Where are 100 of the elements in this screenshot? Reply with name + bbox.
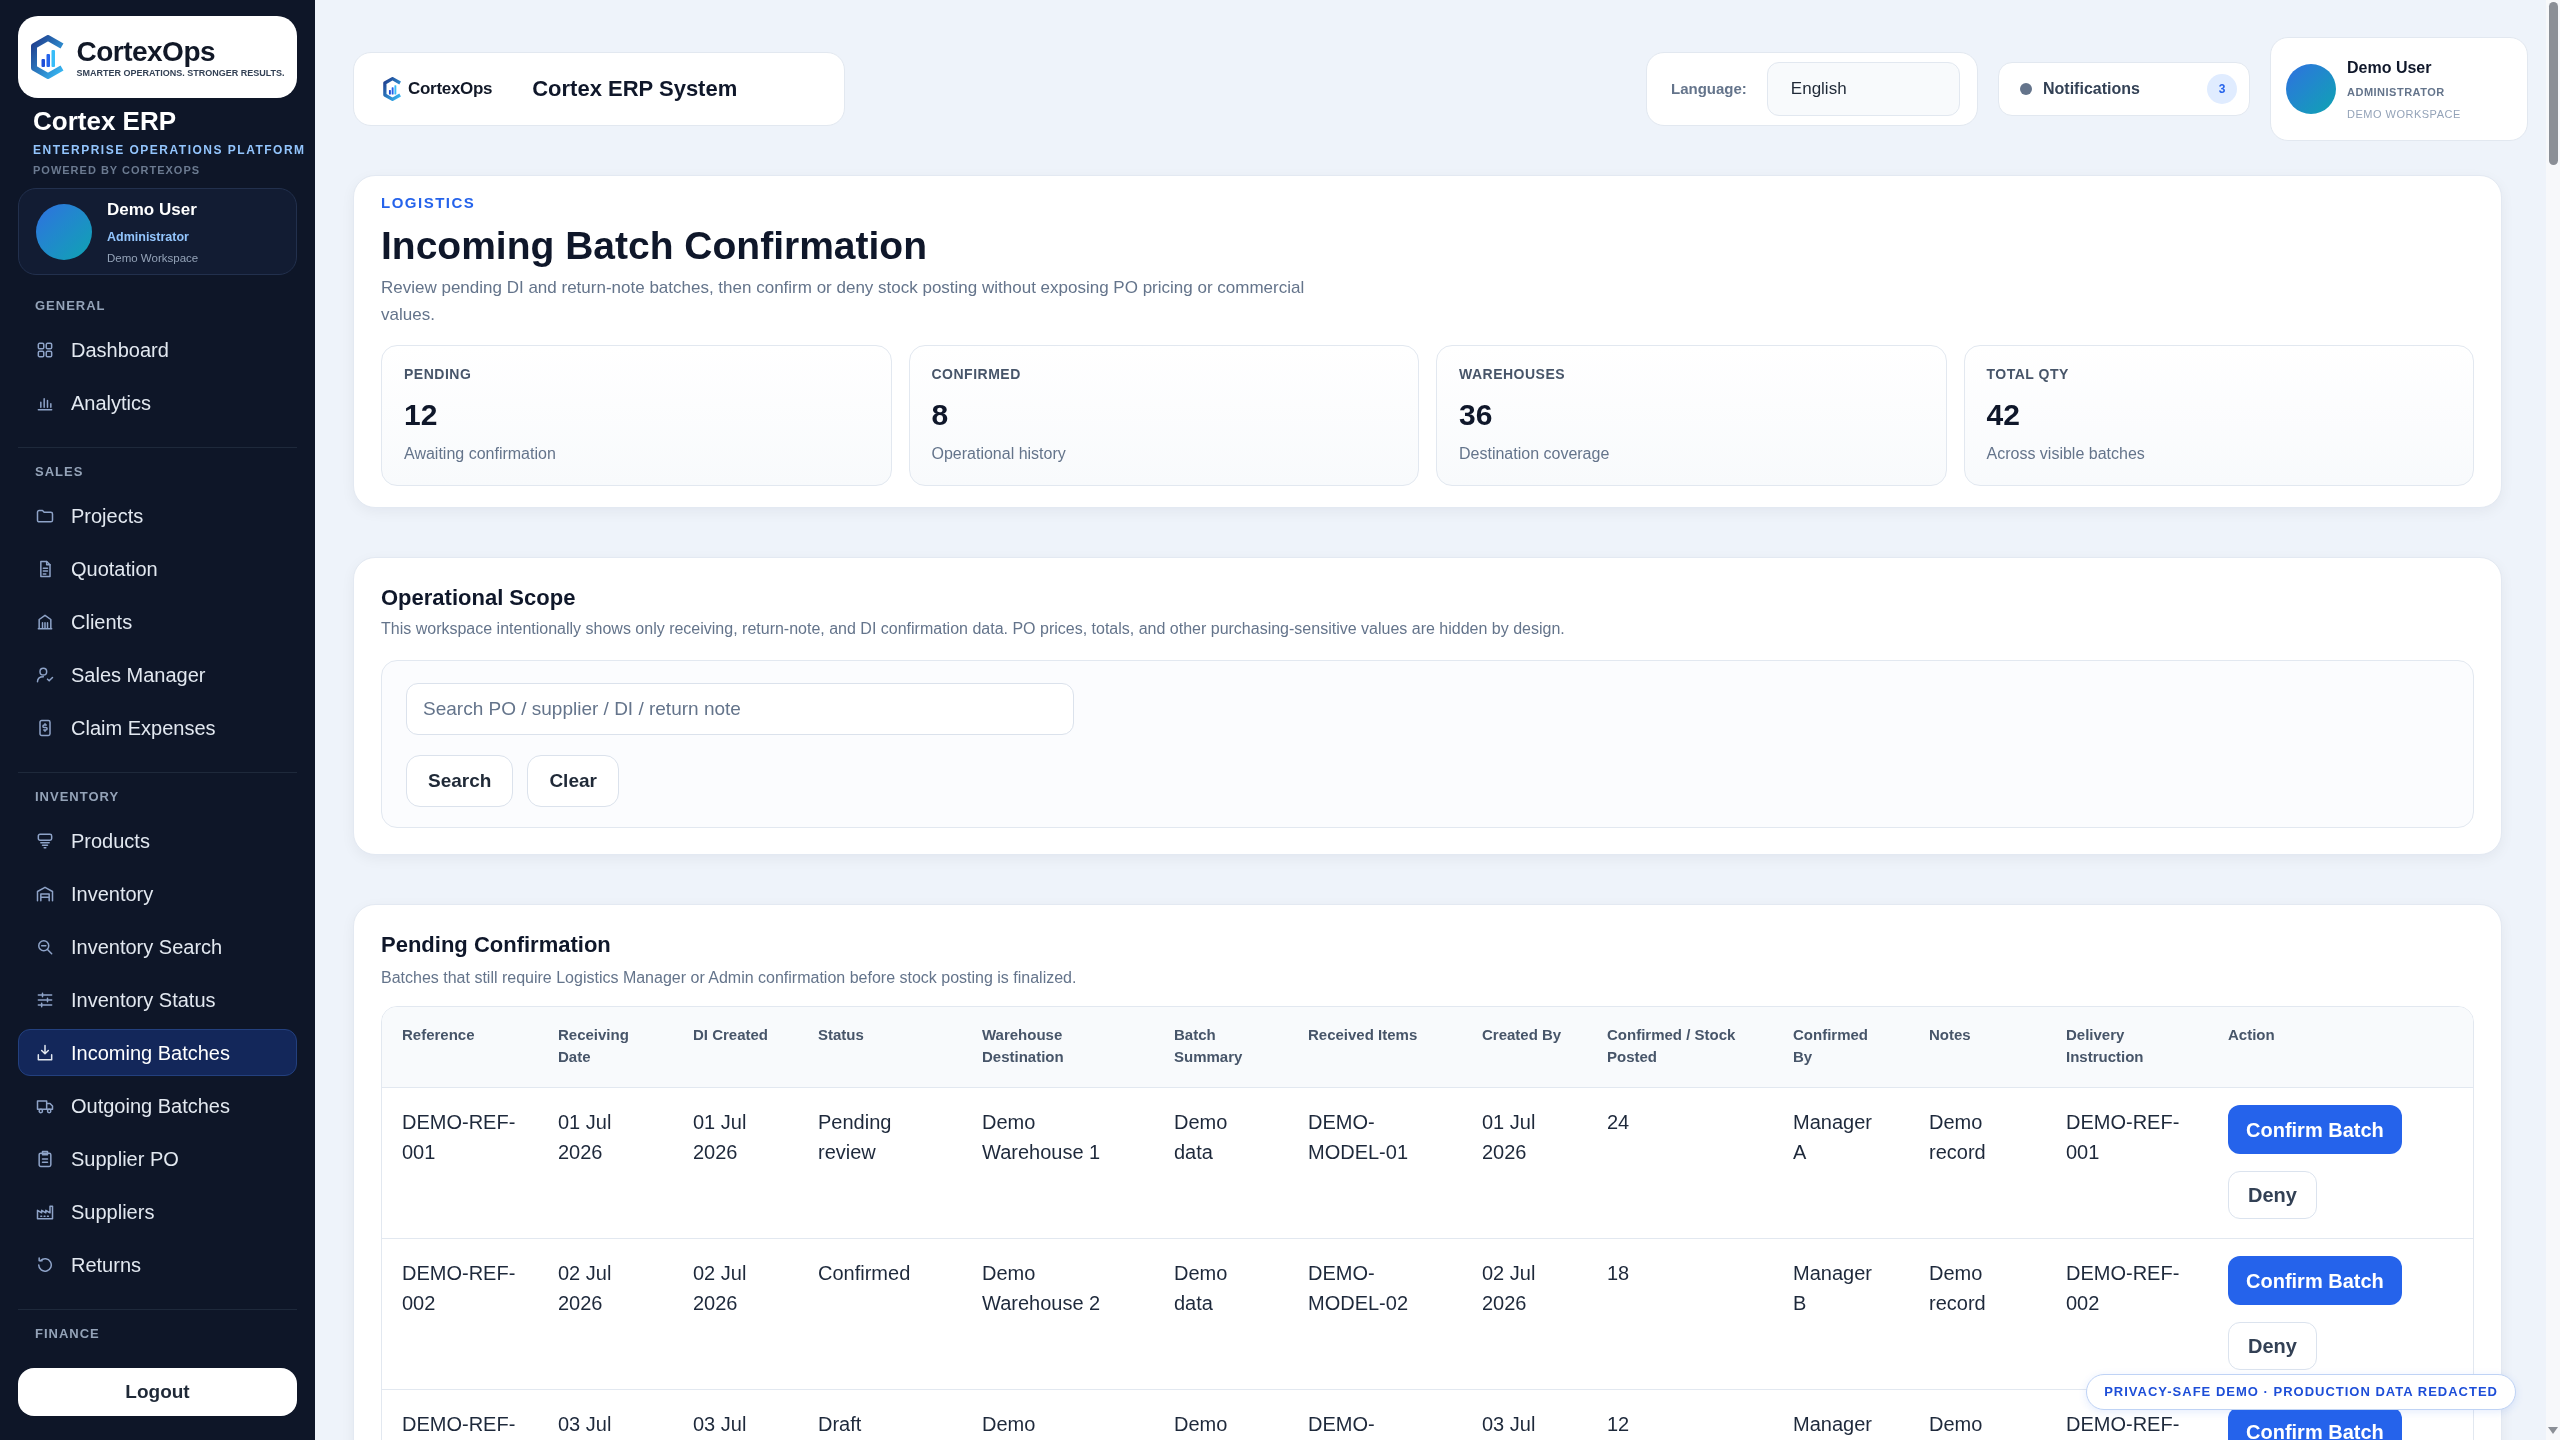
- app-subtitle: ENTERPRISE OPERATIONS PLATFORM: [33, 142, 306, 158]
- download-icon: [35, 1042, 55, 1063]
- confirm-button[interactable]: Confirm Batch: [2228, 1256, 2402, 1305]
- date-text: 01 Jul 2026: [1482, 1111, 1536, 1163]
- stat-caption: Operational history: [931, 444, 1067, 464]
- column-header: Batch Summary: [1154, 1007, 1288, 1088]
- scroll-down-icon[interactable]: [2548, 1427, 2558, 1434]
- nav-item[interactable]: Clients: [18, 598, 297, 645]
- reference-text: DEMO-REF-002: [402, 1262, 516, 1314]
- privacy-badge: PRIVACY-SAFE DEMO · PRODUCTION DATA REDACTED: [2086, 1374, 2516, 1410]
- warehouse-text: Demo Warehouse 1: [982, 1111, 1101, 1163]
- clear-button[interactable]: Clear: [527, 755, 619, 807]
- user-name: Demo User: [107, 198, 197, 221]
- status-text: Confirmed: [818, 1262, 911, 1284]
- nav-item[interactable]: Projects: [18, 492, 297, 539]
- nav-item[interactable]: Outgoing Batches: [18, 1082, 297, 1129]
- date-text: 01 Jul 2026: [693, 1111, 747, 1163]
- warehouse-text: Demo: [982, 1413, 1036, 1435]
- stat-value: 12: [404, 397, 439, 433]
- nav-item[interactable]: Sales Manager: [18, 651, 297, 698]
- nav-item[interactable]: Inventory: [18, 870, 297, 917]
- section-label: GENERAL: [35, 297, 106, 315]
- date-text: 02 Jul 2026: [693, 1262, 747, 1314]
- section-title: Operational Scope: [381, 584, 577, 612]
- column-header: DI Created: [673, 1007, 798, 1088]
- stat-value: 8: [931, 397, 950, 433]
- nav-item[interactable]: Claim Expenses: [18, 704, 297, 751]
- section-label: SALES: [35, 463, 84, 481]
- column-header: Received Items: [1288, 1007, 1462, 1088]
- logout-button[interactable]: Logout: [18, 1368, 297, 1416]
- column-header: Delivery Instruction: [2046, 1007, 2208, 1088]
- nav-item[interactable]: Inventory Status: [18, 976, 297, 1023]
- stat-caption: Awaiting confirmation: [404, 444, 557, 464]
- logo-text: CortexOps: [76, 35, 216, 68]
- manager-text: Manager B: [1793, 1262, 1872, 1314]
- page-title: Incoming Batch Confirmation: [381, 223, 928, 269]
- note-text: Demo: [1929, 1413, 1983, 1435]
- user-role: Administrator: [107, 228, 189, 245]
- column-header: Warehouse Destination: [962, 1007, 1154, 1088]
- user-role: ADMINISTRATOR: [2347, 84, 2445, 99]
- search-button[interactable]: Search: [406, 755, 514, 807]
- summary-text: Demo data: [1174, 1262, 1228, 1314]
- stat-label: CONFIRMED: [931, 365, 1022, 384]
- date-text: 03 Jul: [693, 1413, 747, 1435]
- column-header: Receiving Date: [538, 1007, 673, 1088]
- nav-item[interactable]: Analytics: [18, 379, 297, 426]
- item-text: DEMO-MODEL-01: [1308, 1111, 1409, 1163]
- stat-label: WAREHOUSES: [1459, 365, 1567, 384]
- date-text: 03 Jul: [558, 1413, 612, 1435]
- column-header: Notes: [1909, 1007, 2046, 1088]
- eyebrow-label: LOGISTICS: [381, 193, 477, 213]
- reference-text: DEMO-REF-001: [402, 1111, 516, 1163]
- app-title: Cortex ERP: [33, 106, 177, 136]
- nav-item[interactable]: Products: [18, 817, 297, 864]
- nav-item[interactable]: Inventory Search: [18, 923, 297, 970]
- nav-item[interactable]: Dashboard: [18, 326, 297, 373]
- language-label: Language:: [1671, 78, 1747, 99]
- column-header: Reference: [382, 1007, 538, 1088]
- stat-label: PENDING: [404, 365, 473, 384]
- avatar: [2286, 64, 2336, 114]
- date-text: 01 Jul 2026: [558, 1111, 612, 1163]
- section-label: FINANCE: [35, 1325, 100, 1343]
- status-text: Pending review: [818, 1111, 892, 1163]
- quantity-text: 24: [1607, 1111, 1630, 1133]
- logo-icon: [383, 77, 402, 101]
- column-header: Confirmed By: [1773, 1007, 1909, 1088]
- deny-button[interactable]: Deny: [2228, 1171, 2317, 1219]
- quantity-text: 12: [1607, 1413, 1630, 1435]
- rotate-icon: [35, 1254, 55, 1275]
- scrollbar-thumb[interactable]: [2548, 2, 2558, 165]
- stat-label: TOTAL QTY: [1986, 365, 2070, 384]
- nav-item[interactable]: Returns: [18, 1241, 297, 1288]
- nav-item[interactable]: Supplier PO: [18, 1135, 297, 1182]
- warehouse-text: Demo Warehouse 2: [982, 1262, 1101, 1314]
- manager-text: Manager: [1793, 1413, 1872, 1435]
- date-text: 03 Jul: [1482, 1413, 1536, 1435]
- section-description: Batches that still require Logistics Manager or Admin confirmation before stock posting is finalized.: [381, 968, 1078, 988]
- stat-caption: Across visible batches: [1986, 444, 2146, 464]
- summary-text: Demo data: [1174, 1111, 1228, 1163]
- nav-item[interactable]: Suppliers: [18, 1188, 297, 1235]
- notifications-button[interactable]: Notifications 3: [1998, 62, 2250, 116]
- scrollbar[interactable]: [2546, 0, 2560, 1440]
- user-workspace: Demo Workspace: [107, 250, 199, 265]
- status-text: Draft: [818, 1413, 862, 1435]
- nav-item[interactable]: Incoming Batches: [18, 1029, 297, 1076]
- item-text: DEMO-: [1308, 1413, 1375, 1435]
- search-field[interactable]: Search PO / supplier / DI / return note: [406, 683, 1074, 735]
- app-title: Cortex ERP System: [532, 75, 738, 103]
- deny-button[interactable]: Deny: [2228, 1322, 2317, 1370]
- confirm-button[interactable]: Confirm Batch: [2228, 1105, 2402, 1154]
- quantity-text: 18: [1607, 1262, 1630, 1284]
- note-text: Demo record: [1929, 1262, 1986, 1314]
- column-header: Action: [2208, 1007, 2473, 1088]
- nav-item[interactable]: Quotation: [18, 545, 297, 592]
- stat-value: 36: [1459, 397, 1494, 433]
- summary-text: Demo: [1174, 1413, 1228, 1435]
- notifications-label: Notifications: [2043, 79, 2140, 99]
- language-select[interactable]: English: [1766, 62, 1960, 116]
- stat-value: 42: [1986, 397, 2021, 433]
- reference-text: DEMO-REF-002: [2066, 1262, 2180, 1314]
